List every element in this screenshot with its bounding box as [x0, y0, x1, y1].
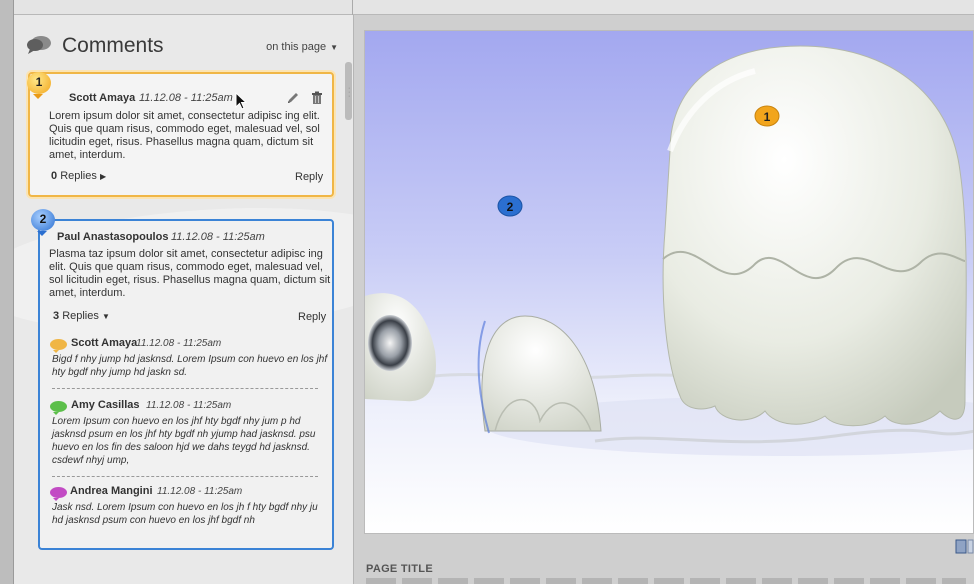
comment-card[interactable]: Paul Anastasopoulos 11.12.08 - 11:25am P…	[38, 219, 334, 550]
trash-icon[interactable]	[310, 91, 324, 105]
panel-header: Comments on this page ▼	[26, 33, 338, 61]
reply-date: 11.12.08 - 11:25am	[136, 338, 222, 349]
reply-button[interactable]: Reply	[298, 311, 326, 323]
reply-button[interactable]: Reply	[295, 171, 323, 183]
reply-date: 11.12.08 - 11:25am	[157, 486, 243, 497]
comment-number-badge[interactable]: 1	[27, 72, 51, 99]
comment-text: Lorem ipsum dolor sit amet, consectetur …	[49, 110, 320, 161]
reply-divider	[52, 388, 318, 389]
chevron-right-icon: ▶	[99, 172, 107, 181]
annotated-image[interactable]: 1 2	[364, 30, 974, 534]
marker-label: 2	[507, 200, 514, 214]
reply-author[interactable]: Andrea Mangini	[70, 485, 153, 497]
reply-text: Lorem Ipsum con huevo en los jhf hty bgd…	[52, 416, 316, 466]
product-photo: 1 2	[365, 31, 973, 533]
reply-text: Bigd f nhy jump hd jasknsd. Lorem Ipsum …	[52, 354, 328, 378]
reply-bubble-icon	[50, 487, 67, 501]
comments-panel: Comments on this page ▼ · · · Scott Amaya 1…	[14, 15, 354, 584]
replies-label: Replies	[60, 170, 97, 182]
reply-divider	[52, 476, 318, 477]
replies-count: 0	[51, 170, 58, 182]
replies-count: 3	[53, 310, 60, 322]
replies-toggle[interactable]: 3 Replies ▼	[53, 310, 110, 322]
scrollbar-grip-icon: · · ·	[348, 85, 351, 100]
page-description	[366, 578, 966, 584]
marker-label: 1	[764, 110, 771, 124]
reply-text: Jask nsd. Lorem Ipsum con huevo en los j…	[52, 502, 318, 526]
reply-bubble-icon	[50, 401, 67, 415]
comment-date: 11.12.08 - 11:25am	[171, 231, 265, 243]
comment-number-badge[interactable]: 2	[31, 209, 55, 236]
replies-toggle[interactable]: 0 Replies ▶	[51, 170, 106, 182]
image-marker-2[interactable]: 2	[497, 195, 523, 217]
comment-card[interactable]: Scott Amaya 11.12.08 - 11:25am Lorem ips…	[28, 72, 334, 197]
chevron-down-icon: ▼	[330, 43, 338, 52]
comment-author[interactable]: Paul Anastasopoulos	[57, 231, 168, 243]
reply-date: 11.12.08 - 11:25am	[146, 400, 232, 411]
scope-dropdown[interactable]: on this page ▼	[266, 41, 338, 53]
view-toggle-icon[interactable]	[955, 539, 974, 555]
edit-icon[interactable]	[286, 91, 300, 105]
panel-title: Comments	[62, 34, 164, 57]
mouse-cursor-icon	[235, 92, 247, 110]
left-edge	[0, 0, 14, 584]
page-title: PAGE TITLE	[366, 563, 433, 575]
reply-author[interactable]: Scott Amaya	[71, 337, 137, 349]
image-marker-1[interactable]: 1	[754, 105, 780, 127]
reply-author[interactable]: Amy Casillas	[71, 399, 139, 411]
comment-text: Plasma taz ipsum dolor sit amet, consect…	[49, 248, 331, 299]
scope-label: on this page	[266, 41, 327, 53]
comment-date: 11.12.08 - 11:25am	[139, 92, 233, 104]
toolbar-divider	[352, 0, 353, 15]
replies-label: Replies	[62, 310, 99, 322]
top-toolbar	[14, 0, 974, 15]
reply-bubble-icon	[50, 339, 67, 353]
comments-icon	[27, 36, 51, 54]
comment-author[interactable]: Scott Amaya	[69, 92, 135, 104]
chevron-down-icon: ▼	[101, 312, 110, 321]
